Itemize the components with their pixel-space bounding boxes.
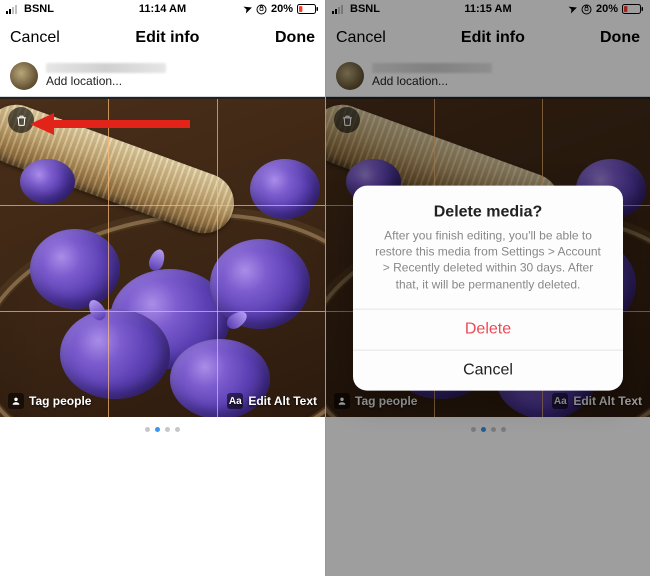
alert-delete-button[interactable]: Delete [353, 308, 623, 349]
delete-media-button[interactable] [8, 107, 34, 133]
status-bar: 11:14 AM BSNL ➤ 20% [0, 0, 325, 18]
username-redacted [46, 63, 166, 73]
pager-dot[interactable] [145, 427, 150, 432]
signal-icon [6, 4, 20, 14]
pager-dot[interactable] [165, 427, 170, 432]
pager-dot[interactable] [175, 427, 180, 432]
phone-left: 11:14 AM BSNL ➤ 20% Cancel Edit info Don… [0, 0, 325, 576]
edit-alt-label: Edit Alt Text [248, 394, 317, 408]
add-location-button[interactable]: Add location... [46, 75, 315, 88]
person-icon [8, 393, 24, 409]
delete-media-alert: Delete media? After you finish editing, … [353, 186, 623, 391]
phone-right: 11:15 AM BSNL ➤ 20% Cancel Edit info Don… [325, 0, 650, 576]
alert-title: Delete media? [353, 186, 623, 228]
location-services-icon: ➤ [242, 2, 254, 15]
carousel-pager [0, 427, 325, 432]
pager-dot[interactable] [155, 427, 160, 432]
nav-title: Edit info [135, 29, 199, 47]
edit-alt-text-button[interactable]: Aa Edit Alt Text [227, 393, 317, 409]
tag-people-label: Tag people [29, 394, 91, 408]
battery-icon [297, 4, 319, 15]
cancel-button[interactable]: Cancel [10, 29, 60, 47]
tag-people-button[interactable]: Tag people [8, 393, 91, 409]
orientation-lock-icon [256, 4, 267, 15]
trash-icon [15, 114, 28, 127]
photo[interactable]: Tag people Aa Edit Alt Text [0, 99, 325, 417]
photo-area: Tag people Aa Edit Alt Text [0, 97, 325, 432]
post-meta-row: Add location... [0, 58, 325, 97]
status-carrier: BSNL [24, 3, 54, 15]
done-button[interactable]: Done [275, 29, 315, 47]
alert-message: After you finish editing, you'll be able… [353, 228, 623, 309]
nav-bar: Cancel Edit info Done [0, 18, 325, 58]
alt-text-icon: Aa [227, 393, 243, 409]
alert-cancel-button[interactable]: Cancel [353, 349, 623, 390]
status-battery-pct: 20% [271, 3, 293, 15]
avatar[interactable] [10, 62, 38, 90]
